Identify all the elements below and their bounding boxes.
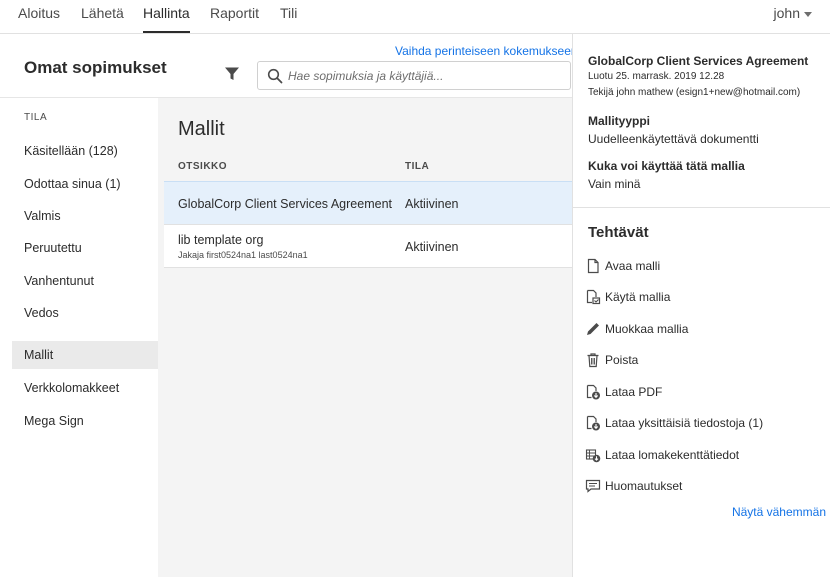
filter-icon[interactable] (224, 66, 240, 82)
list-title: Mallit (178, 118, 225, 140)
task-label: Lataa lomakekenttätiedot (605, 448, 740, 462)
show-less-link[interactable]: Näytä vähemmän (732, 505, 826, 519)
tab-hallinta[interactable]: Hallinta (143, 5, 190, 33)
row-title: lib template org (178, 233, 264, 247)
task-open-template[interactable]: Avaa malli (583, 255, 823, 277)
status-sidebar: TILA Käsitellään (128) Odottaa sinua (1)… (0, 98, 158, 577)
tab-laheta[interactable]: Lähetä (81, 5, 124, 33)
row-status: Aktiivinen (405, 240, 459, 254)
tab-aloitus[interactable]: Aloitus (18, 5, 60, 33)
details-panel: GlobalCorp Client Services Agreement Luo… (572, 34, 830, 577)
task-use-template[interactable]: Käytä mallia (583, 286, 823, 308)
task-label: Lataa yksittäisiä tiedostoja (1) (605, 416, 764, 430)
use-template-icon (586, 289, 601, 305)
download-pdf-icon (586, 384, 600, 400)
who-can-use-value: Vain minä (588, 177, 641, 191)
chevron-down-icon (804, 11, 812, 17)
task-delete[interactable]: Poista (583, 349, 823, 371)
search-box (257, 61, 571, 90)
row-status: Aktiivinen (405, 197, 459, 211)
details-divider (573, 207, 830, 208)
task-label: Muokkaa mallia (605, 322, 689, 336)
table-row[interactable]: lib template org Jakaja first0524na1 las… (164, 225, 572, 268)
sidebar-item-cancelled[interactable]: Peruutettu (12, 234, 158, 262)
search-icon (267, 68, 283, 84)
task-label: Käytä mallia (605, 290, 671, 304)
sidebar-item-completed[interactable]: Valmis (12, 202, 158, 230)
download-files-icon (586, 415, 600, 431)
download-form-data-icon (585, 449, 601, 463)
pencil-icon (587, 323, 599, 335)
row-sender: Jakaja first0524na1 last0524na1 (178, 250, 308, 260)
document-icon (587, 258, 599, 274)
task-edit-template[interactable]: Muokkaa mallia (583, 318, 823, 340)
template-type-value: Uudelleenkäytettävä dokumentti (588, 132, 759, 146)
sidebar-item-waiting-for-you[interactable]: Odottaa sinua (1) (12, 170, 158, 198)
task-label: Huomautukset (605, 479, 683, 493)
task-label: Poista (605, 353, 639, 367)
row-title: GlobalCorp Client Services Agreement (178, 197, 392, 211)
page-title: Omat sopimukset (24, 58, 167, 77)
task-notes[interactable]: Huomautukset (583, 475, 823, 497)
user-menu[interactable]: john (774, 5, 812, 21)
details-creator: Tekijä john mathew (esign1+new@hotmail.c… (588, 87, 801, 98)
task-label: Lataa PDF (605, 385, 663, 399)
task-download-pdf[interactable]: Lataa PDF (583, 381, 823, 403)
tasks-title: Tehtävät (588, 224, 649, 241)
sidebar-item-expired[interactable]: Vanhentunut (12, 267, 158, 295)
task-download-form-data[interactable]: Lataa lomakekenttätiedot (583, 444, 823, 466)
tab-tili[interactable]: Tili (280, 5, 297, 33)
sidebar-item-in-progress[interactable]: Käsitellään (128) (12, 137, 158, 165)
switch-classic-link[interactable]: Vaihda perinteiseen kokemukseen (395, 44, 578, 58)
sidebar-item-templates[interactable]: Mallit (12, 341, 158, 369)
search-input[interactable] (288, 66, 564, 86)
trash-icon (587, 353, 599, 368)
who-can-use-label: Kuka voi käyttää tätä mallia (588, 159, 745, 173)
top-navigation: Aloitus Lähetä Hallinta Raportit Tili jo… (0, 0, 830, 34)
table-row-selected[interactable]: GlobalCorp Client Services Agreement Akt… (164, 181, 572, 225)
user-name: john (773, 5, 800, 21)
details-title: GlobalCorp Client Services Agreement (588, 54, 809, 68)
template-type-label: Mallityyppi (588, 114, 651, 128)
comment-icon (585, 479, 601, 493)
task-label: Avaa malli (605, 259, 661, 273)
sidebar-item-web-forms[interactable]: Verkkolomakkeet (12, 374, 158, 402)
task-download-files[interactable]: Lataa yksittäisiä tiedostoja (1) (583, 412, 823, 434)
sidebar-item-draft[interactable]: Vedos (12, 299, 158, 327)
details-created: Luotu 25. marrask. 2019 12.28 (588, 71, 725, 82)
sidebar-section-label: TILA (24, 112, 48, 123)
tab-raportit[interactable]: Raportit (210, 5, 259, 33)
column-header-status[interactable]: TILA (405, 161, 429, 172)
column-header-title[interactable]: OTSIKKO (178, 161, 227, 172)
sidebar-item-mega-sign[interactable]: Mega Sign (12, 407, 158, 435)
